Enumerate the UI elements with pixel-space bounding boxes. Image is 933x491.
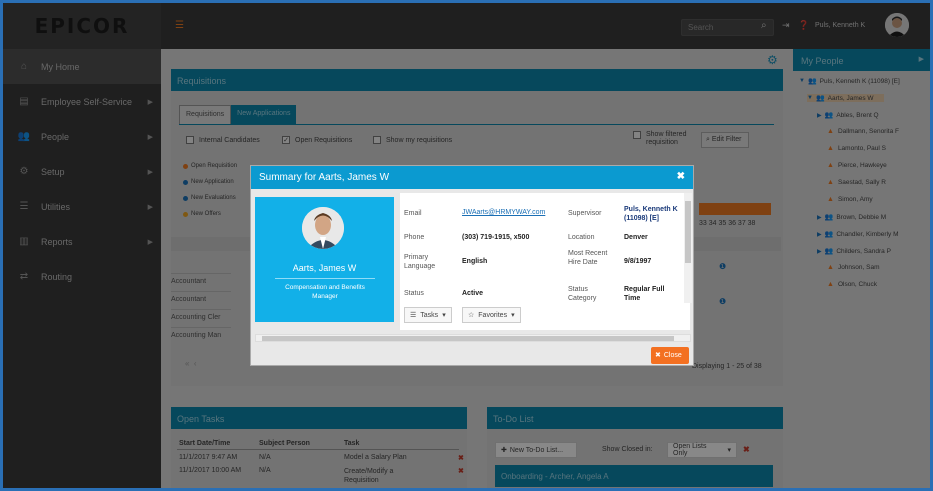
status-label: Status	[404, 290, 424, 297]
caret-down-icon: ▾	[442, 312, 446, 319]
supervisor-label: Supervisor	[568, 210, 602, 217]
button-label: Tasks	[420, 311, 439, 319]
employee-job-title: Compensation and Benefits Manager	[285, 284, 365, 300]
vertical-scrollbar[interactable]	[684, 193, 692, 303]
button-label: Favorites	[478, 311, 508, 319]
primary-language-value: English	[462, 258, 488, 265]
status-category-label: Status Category	[568, 286, 597, 302]
close-icon[interactable]: ✖	[677, 171, 685, 182]
primary-language-label: Primary Language	[404, 254, 436, 270]
status-value: Active	[462, 290, 484, 297]
tasks-button[interactable]: ☰ Tasks ▾	[404, 307, 452, 323]
email-label: Email	[404, 210, 422, 217]
scrollbar-thumb[interactable]	[685, 201, 691, 263]
close-button[interactable]: ✖ Close	[651, 347, 689, 364]
modal-title: Summary for Aarts, James W	[259, 172, 390, 183]
star-icon: ☆	[468, 312, 475, 319]
button-label: Close	[663, 352, 682, 359]
app-frame: EPICOR ⌂ My Home ▤ Employee Self-Service…	[3, 3, 930, 488]
close-icon: ✖	[655, 352, 661, 359]
scrollbar-thumb[interactable]	[262, 336, 674, 341]
status-category-value: Regular Full Time	[624, 286, 665, 302]
email-link[interactable]: JWAarts@HRMYWAY.com	[462, 209, 545, 216]
employee-photo	[302, 207, 344, 249]
caret-down-icon: ▾	[511, 312, 515, 319]
employee-name: Aarts, James W	[292, 263, 357, 273]
horizontal-scrollbar[interactable]	[255, 334, 691, 342]
employee-details: Email JWAarts@HRMYWAY.com Supervisor Pul…	[400, 193, 690, 330]
hire-date-value: 9/8/1997	[624, 258, 652, 265]
favorites-button[interactable]: ☆ Favorites ▾	[462, 307, 521, 323]
location-label: Location	[568, 234, 595, 241]
location-value: Denver	[624, 234, 648, 241]
modal-header: Summary for Aarts, James W ✖	[251, 166, 693, 189]
employee-summary-modal: Summary for Aarts, James W ✖ Aarts, Jame…	[250, 165, 694, 366]
divider	[275, 278, 375, 279]
supervisor-value[interactable]: Puls, Kenneth K (11098) [E]	[624, 205, 682, 223]
phone-value: (303) 719-1915, x500	[462, 234, 530, 241]
employee-card: Aarts, James W Compensation and Benefits…	[255, 197, 394, 322]
hire-date-label: Most Recent Hire Date	[568, 250, 608, 266]
phone-label: Phone	[404, 234, 425, 241]
list-icon: ☰	[410, 312, 417, 319]
